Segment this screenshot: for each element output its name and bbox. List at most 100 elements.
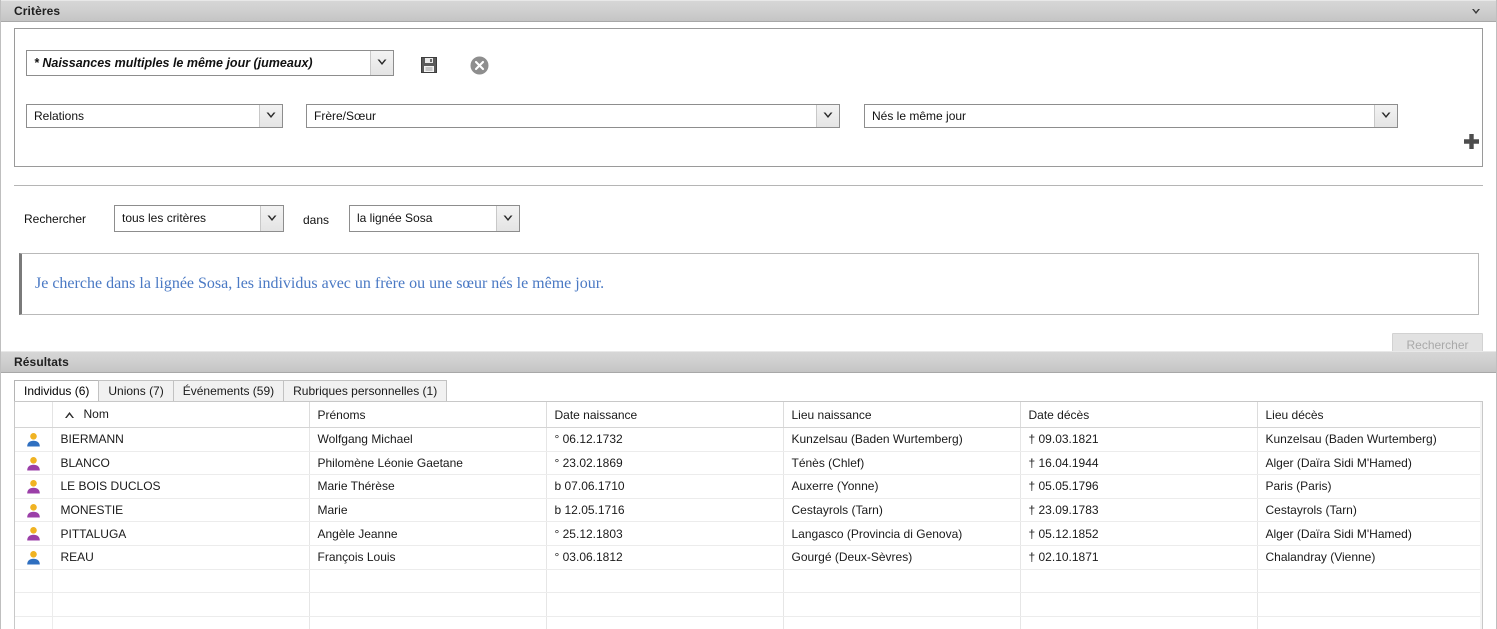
criteria-section-bar: Critères <box>0 0 1497 22</box>
criterion-condition-select[interactable]: Nés le même jour <box>864 104 1398 128</box>
cell-empty <box>52 592 310 617</box>
cell-empty <box>15 569 53 594</box>
saved-query-select[interactable]: * Naissances multiples le même jour (jum… <box>26 50 394 76</box>
search-target-dropdown-arrow[interactable] <box>496 206 519 231</box>
cell-date-naissance: ° 06.12.1732 <box>546 427 784 452</box>
criteria-divider <box>14 185 1483 186</box>
cell-lieu-naissance: Cestayrols (Tarn) <box>783 498 1021 523</box>
tab-evenements[interactable]: Événements (59) <box>172 380 285 402</box>
cell-nom: MONESTIE <box>52 498 310 523</box>
search-middle-label: dans <box>303 213 330 227</box>
person-female-icon <box>15 498 53 523</box>
cell-prenoms: Marie <box>309 498 547 523</box>
table-row-empty[interactable] <box>15 592 1482 617</box>
person-female-icon <box>15 474 53 499</box>
query-sentence-box: Je cherche dans la lignée Sosa, les indi… <box>19 253 1479 315</box>
table-row[interactable]: MONESTIE Marie b 12.05.1716 Cestayrols (… <box>15 498 1482 523</box>
cell-empty <box>783 592 1021 617</box>
cell-date-naissance: ° 23.02.1869 <box>546 451 784 476</box>
cell-lieu-deces: Alger (Daïra Sidi M'Hamed) <box>1257 451 1482 476</box>
cell-empty <box>1020 592 1258 617</box>
cell-nom: REAU <box>52 545 310 570</box>
cell-nom: LE BOIS DUCLOS <box>52 474 310 499</box>
tab-individus[interactable]: Individus (6) <box>14 380 100 402</box>
cell-empty <box>309 569 547 594</box>
cell-lieu-naissance: Auxerre (Yonne) <box>783 474 1021 499</box>
cell-prenoms: Philomène Léonie Gaetane <box>309 451 547 476</box>
table-row[interactable]: BLANCO Philomène Léonie Gaetane ° 23.02.… <box>15 451 1482 476</box>
window-left-edge <box>0 0 1 629</box>
criteria-section-title: Critères <box>14 4 61 18</box>
results-panel: Individus (6) Unions (7) Événements (59)… <box>0 373 1497 629</box>
person-male-icon <box>15 427 53 452</box>
criterion-type-dropdown-arrow[interactable] <box>259 105 282 127</box>
cell-date-naissance: ° 03.06.1812 <box>546 545 784 570</box>
column-header-lieu-naissance[interactable]: Lieu naissance <box>783 402 1021 428</box>
criterion-type-select[interactable]: Relations <box>26 104 283 128</box>
table-row-empty[interactable] <box>15 616 1482 629</box>
table-row-empty[interactable] <box>15 569 1482 594</box>
search-target-select[interactable]: la lignée Sosa <box>349 205 520 232</box>
results-table-body: BIERMANN Wolfgang Michael ° 06.12.1732 K… <box>15 427 1482 629</box>
table-row[interactable]: LE BOIS DUCLOS Marie Thérèse b 07.06.171… <box>15 474 1482 499</box>
circle-x-delete-icon[interactable] <box>470 56 489 75</box>
cell-empty <box>309 592 547 617</box>
search-scope-select[interactable]: tous les critères <box>114 205 284 232</box>
cell-empty <box>546 592 784 617</box>
search-target-value: la lignée Sosa <box>357 211 433 225</box>
tab-rubriques-personnelles[interactable]: Rubriques personnelles (1) <box>283 380 448 402</box>
cell-empty <box>1257 569 1482 594</box>
criterion-relation-dropdown-arrow[interactable] <box>816 105 839 127</box>
plus-icon[interactable] <box>1463 133 1480 150</box>
cell-empty <box>1020 616 1258 629</box>
table-row[interactable]: BIERMANN Wolfgang Michael ° 06.12.1732 K… <box>15 427 1482 452</box>
search-scope-dropdown-arrow[interactable] <box>260 206 283 231</box>
cell-empty <box>15 616 53 629</box>
cell-empty <box>1257 592 1482 617</box>
person-male-icon <box>15 545 53 570</box>
criterion-relation-select[interactable]: Frère/Sœur <box>306 104 840 128</box>
column-header-prenoms[interactable]: Prénoms <box>309 402 547 428</box>
cell-empty <box>52 616 310 629</box>
person-female-icon <box>15 451 53 476</box>
column-header-nom[interactable]: Nom <box>52 402 310 428</box>
cell-lieu-deces: Chalandray (Vienne) <box>1257 545 1482 570</box>
column-header-icon <box>15 402 53 428</box>
cell-date-deces: † 16.04.1944 <box>1020 451 1258 476</box>
results-section-title: Résultats <box>14 355 69 369</box>
cell-date-deces: † 02.10.1871 <box>1020 545 1258 570</box>
cell-empty <box>52 569 310 594</box>
column-header-date-deces[interactable]: Date décès <box>1020 402 1258 428</box>
table-right-gutter <box>1480 402 1482 629</box>
chevron-down-icon[interactable] <box>1469 4 1483 18</box>
cell-prenoms: Wolfgang Michael <box>309 427 547 452</box>
results-tabs: Individus (6) Unions (7) Événements (59)… <box>14 380 448 402</box>
cell-lieu-deces: Paris (Paris) <box>1257 474 1482 499</box>
cell-lieu-deces: Cestayrols (Tarn) <box>1257 498 1482 523</box>
criterion-relation-value: Frère/Sœur <box>314 109 377 123</box>
table-row[interactable]: PITTALUGA Angèle Jeanne ° 25.12.1803 Lan… <box>15 521 1482 546</box>
floppy-save-icon[interactable] <box>421 57 437 73</box>
criterion-condition-dropdown-arrow[interactable] <box>1374 105 1397 127</box>
criteria-group-box <box>14 28 1483 167</box>
cell-empty <box>15 592 53 617</box>
cell-date-deces: † 05.12.1852 <box>1020 521 1258 546</box>
column-header-date-naissance[interactable]: Date naissance <box>546 402 784 428</box>
tab-unions[interactable]: Unions (7) <box>98 380 174 402</box>
search-scope-value: tous les critères <box>122 211 207 225</box>
cell-date-deces: † 09.03.1821 <box>1020 427 1258 452</box>
cell-empty <box>1257 616 1482 629</box>
cell-empty <box>546 569 784 594</box>
column-header-lieu-deces[interactable]: Lieu décès <box>1257 402 1482 428</box>
table-row[interactable]: REAU François Louis ° 03.06.1812 Gourgé … <box>15 545 1482 570</box>
cell-nom: PITTALUGA <box>52 521 310 546</box>
caret-up-icon <box>64 408 75 422</box>
results-table-container: Nom Prénoms Date naissance Lieu naissanc… <box>14 401 1483 629</box>
results-section-bar: Résultats <box>0 351 1497 373</box>
criteria-panel: * Naissances multiples le même jour (jum… <box>0 22 1497 357</box>
saved-query-dropdown-arrow[interactable] <box>370 51 393 75</box>
cell-empty <box>1020 569 1258 594</box>
query-sentence-text: Je cherche dans la lignée Sosa, les indi… <box>35 275 605 292</box>
search-prefix-label: Rechercher <box>24 212 87 226</box>
cell-lieu-deces: Kunzelsau (Baden Wurtemberg) <box>1257 427 1482 452</box>
